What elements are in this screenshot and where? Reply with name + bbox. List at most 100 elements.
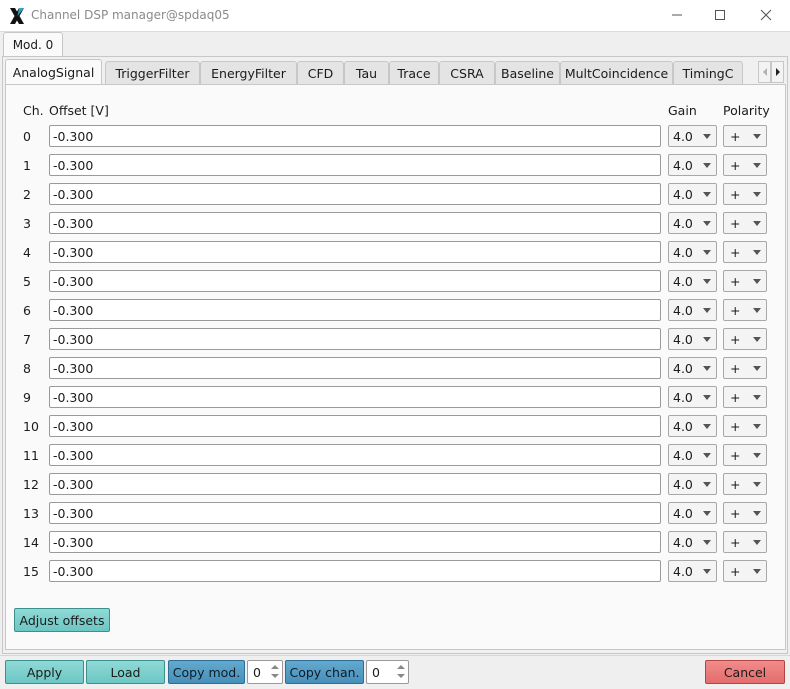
offset-input[interactable]: [49, 386, 661, 408]
spinbox-arrows[interactable]: [395, 662, 407, 682]
chevron-down-icon: [703, 569, 711, 574]
maximize-button[interactable]: [708, 4, 732, 26]
parameter-tab-bar: AnalogSignal TriggerFilter EnergyFilter CFD…: [5, 59, 759, 85]
tab-trace[interactable]: Trace: [389, 61, 439, 85]
gain-select[interactable]: 4.0: [668, 473, 717, 495]
polarity-value: +: [730, 274, 741, 289]
tab-energyfilter[interactable]: EnergyFilter: [200, 61, 297, 85]
gain-select[interactable]: 4.0: [668, 386, 717, 408]
copy-chan-button[interactable]: Copy chan.: [285, 660, 364, 684]
close-button[interactable]: [754, 4, 778, 26]
offset-input[interactable]: [49, 531, 661, 553]
gain-select[interactable]: 4.0: [668, 154, 717, 176]
gain-select[interactable]: 4.0: [668, 299, 717, 321]
gain-select[interactable]: 4.0: [668, 183, 717, 205]
polarity-select[interactable]: +: [723, 270, 767, 292]
offset-input[interactable]: [49, 473, 661, 495]
arrow-up-icon: [271, 665, 279, 669]
polarity-select[interactable]: +: [723, 560, 767, 582]
polarity-select[interactable]: +: [723, 531, 767, 553]
gain-select[interactable]: 4.0: [668, 531, 717, 553]
gain-select[interactable]: 4.0: [668, 502, 717, 524]
chevron-down-icon: [703, 540, 711, 545]
tab-tau[interactable]: Tau: [344, 61, 389, 85]
offset-input[interactable]: [49, 125, 661, 147]
copy-mod-spinbox[interactable]: 0: [247, 660, 283, 684]
channel-label: 8: [23, 361, 31, 376]
offset-input[interactable]: [49, 212, 661, 234]
chevron-down-icon: [753, 279, 761, 284]
polarity-select[interactable]: +: [723, 357, 767, 379]
polarity-select[interactable]: +: [723, 328, 767, 350]
offset-input[interactable]: [49, 502, 661, 524]
offset-input[interactable]: [49, 560, 661, 582]
tab-scroll-right-button[interactable]: [771, 61, 784, 83]
polarity-select[interactable]: +: [723, 241, 767, 263]
tab-baseline[interactable]: Baseline: [495, 61, 560, 85]
polarity-select[interactable]: +: [723, 154, 767, 176]
chevron-down-icon: [753, 366, 761, 371]
channel-label: 2: [23, 187, 31, 202]
offset-input[interactable]: [49, 154, 661, 176]
copy-chan-spinbox[interactable]: 0: [366, 660, 409, 684]
tab-cfd[interactable]: CFD: [297, 61, 344, 85]
tab-triggerfilter[interactable]: TriggerFilter: [105, 61, 200, 85]
gain-select[interactable]: 4.0: [668, 415, 717, 437]
gain-select[interactable]: 4.0: [668, 328, 717, 350]
offset-input[interactable]: [49, 415, 661, 437]
polarity-value: +: [730, 448, 741, 463]
polarity-select[interactable]: +: [723, 444, 767, 466]
gain-select[interactable]: 4.0: [668, 444, 717, 466]
polarity-select[interactable]: +: [723, 299, 767, 321]
polarity-value: +: [730, 361, 741, 376]
tab-csra[interactable]: CSRA: [439, 61, 495, 85]
gain-select[interactable]: 4.0: [668, 212, 717, 234]
offset-input[interactable]: [49, 299, 661, 321]
tab-analogsignal[interactable]: AnalogSignal: [5, 59, 102, 85]
gain-select[interactable]: 4.0: [668, 270, 717, 292]
polarity-value: +: [730, 129, 741, 144]
polarity-select[interactable]: +: [723, 502, 767, 524]
offset-input[interactable]: [49, 357, 661, 379]
cancel-button[interactable]: Cancel: [705, 660, 785, 684]
gain-select[interactable]: 4.0: [668, 241, 717, 263]
polarity-select[interactable]: +: [723, 386, 767, 408]
polarity-value: +: [730, 303, 741, 318]
polarity-select[interactable]: +: [723, 183, 767, 205]
polarity-select[interactable]: +: [723, 415, 767, 437]
chevron-down-icon: [753, 250, 761, 255]
gain-value: 4.0: [673, 216, 693, 231]
window-title: Channel DSP manager@spdaq05: [31, 8, 230, 22]
polarity-value: +: [730, 564, 741, 579]
header-channel: Ch.: [23, 103, 44, 118]
chevron-down-icon: [703, 250, 711, 255]
offset-input[interactable]: [49, 183, 661, 205]
copy-mod-button[interactable]: Copy mod.: [168, 660, 245, 684]
tab-multcoincidence[interactable]: MultCoincidence: [560, 61, 673, 85]
polarity-select[interactable]: +: [723, 212, 767, 234]
gain-select[interactable]: 4.0: [668, 560, 717, 582]
header-offset: Offset [V]: [49, 103, 109, 118]
tab-module-0[interactable]: Mod. 0: [3, 32, 63, 57]
chevron-left-icon: [762, 68, 767, 76]
chevron-down-icon: [753, 221, 761, 226]
gain-select[interactable]: 4.0: [668, 125, 717, 147]
offset-input[interactable]: [49, 328, 661, 350]
polarity-select[interactable]: +: [723, 473, 767, 495]
chevron-down-icon: [753, 308, 761, 313]
offset-input[interactable]: [49, 270, 661, 292]
minimize-button[interactable]: [665, 4, 689, 26]
apply-button[interactable]: Apply: [5, 660, 84, 684]
spinbox-arrows[interactable]: [269, 662, 281, 682]
tab-scroll-left-button[interactable]: [758, 61, 771, 83]
load-button[interactable]: Load: [86, 660, 165, 684]
offset-input[interactable]: [49, 444, 661, 466]
gain-select[interactable]: 4.0: [668, 357, 717, 379]
polarity-select[interactable]: +: [723, 125, 767, 147]
adjust-offsets-button[interactable]: Adjust offsets: [14, 608, 110, 632]
tab-timingc[interactable]: TimingC: [673, 61, 743, 85]
gain-value: 4.0: [673, 477, 693, 492]
gain-value: 4.0: [673, 332, 693, 347]
offset-input[interactable]: [49, 241, 661, 263]
channel-label: 5: [23, 274, 31, 289]
